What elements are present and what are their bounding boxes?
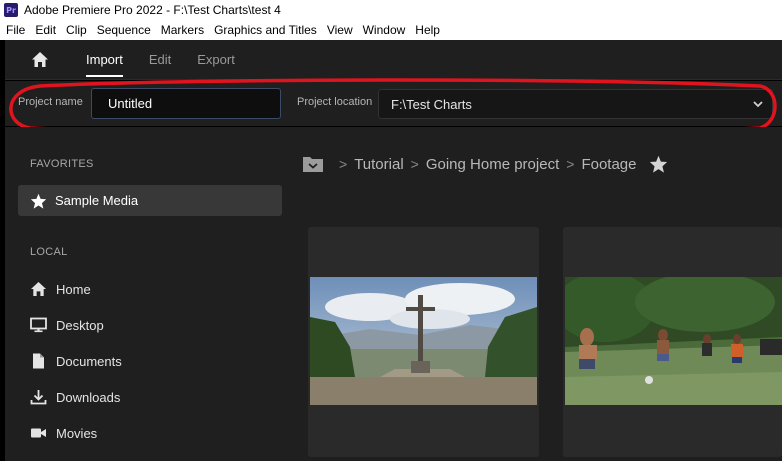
menu-bar: File Edit Clip Sequence Markers Graphics… <box>0 20 782 40</box>
sidebar-item-label: Home <box>56 281 91 297</box>
tab-edit[interactable]: Edit <box>149 40 171 80</box>
media-card[interactable] <box>563 227 782 457</box>
window-title-bar: Pr Adobe Premiere Pro 2022 - F:\Test Cha… <box>0 0 782 20</box>
media-thumbnail-soccer-kids <box>565 277 782 405</box>
project-name-value: Untitled <box>108 96 153 111</box>
menu-view[interactable]: View <box>322 23 358 37</box>
breadcrumb-separator: > <box>566 156 575 172</box>
menu-graphics-and-titles[interactable]: Graphics and Titles <box>209 23 322 37</box>
project-settings-row: Project name Untitled Project location F… <box>5 81 782 126</box>
project-location-value: F:\Test Charts <box>391 96 472 112</box>
download-icon <box>30 389 47 405</box>
media-browser: > Tutorial > Going Home project > Footag… <box>290 127 782 461</box>
app-header: Import Edit Export <box>5 40 782 80</box>
sidebar-item-home[interactable]: Home <box>30 278 91 300</box>
media-card[interactable] <box>308 227 539 457</box>
sidebar-item-label: Desktop <box>56 317 104 333</box>
sidebar-item-downloads[interactable]: Downloads <box>30 386 120 408</box>
sidebar: FAVORITES Sample Media LOCAL Home Deskto… <box>5 127 290 461</box>
window-title: Adobe Premiere Pro 2022 - F:\Test Charts… <box>24 3 281 17</box>
sidebar-item-sample-media[interactable]: Sample Media <box>18 185 282 216</box>
premiere-app-icon: Pr <box>4 3 18 17</box>
menu-sequence[interactable]: Sequence <box>92 23 156 37</box>
home-button[interactable] <box>30 50 50 70</box>
project-name-input[interactable]: Untitled <box>91 88 281 119</box>
menu-help[interactable]: Help <box>410 23 445 37</box>
breadcrumb-separator: > <box>410 156 419 172</box>
monitor-icon <box>30 317 47 333</box>
home-icon <box>31 51 49 68</box>
sidebar-item-label: Movies <box>56 425 98 441</box>
breadcrumb: > Tutorial > Going Home project > Footag… <box>302 151 668 177</box>
sidebar-item-label: Sample Media <box>55 193 139 208</box>
home-icon <box>30 281 47 297</box>
breadcrumb-separator: > <box>339 156 348 172</box>
sidebar-item-label: Downloads <box>56 389 121 405</box>
local-heading: LOCAL <box>30 246 68 258</box>
tab-import[interactable]: Import <box>86 40 123 80</box>
project-name-label: Project name <box>18 96 83 108</box>
chevron-down-icon <box>752 98 764 110</box>
tab-export[interactable]: Export <box>197 40 235 80</box>
breadcrumb-footage[interactable]: Footage <box>581 156 636 173</box>
sidebar-item-documents[interactable]: Documents <box>30 350 122 372</box>
menu-edit[interactable]: Edit <box>30 23 61 37</box>
sidebar-item-movies[interactable]: Movies <box>30 422 97 444</box>
folder-icon[interactable] <box>302 155 324 173</box>
video-camera-icon <box>30 425 47 441</box>
project-location-label: Project location <box>297 96 373 108</box>
breadcrumb-going-home-project[interactable]: Going Home project <box>426 156 559 173</box>
menu-markers[interactable]: Markers <box>156 23 209 37</box>
sidebar-item-label: Documents <box>56 353 122 369</box>
menu-file[interactable]: File <box>0 23 30 37</box>
star-icon <box>30 193 47 209</box>
menu-window[interactable]: Window <box>358 23 411 37</box>
breadcrumb-tutorial[interactable]: Tutorial <box>354 156 403 173</box>
media-thumbnail-hilltop-cross <box>310 277 537 405</box>
project-location-select[interactable]: F:\Test Charts <box>378 89 773 119</box>
favorites-heading: FAVORITES <box>30 158 94 170</box>
favorite-star-icon[interactable] <box>649 155 668 173</box>
document-icon <box>30 353 47 369</box>
menu-clip[interactable]: Clip <box>61 23 92 37</box>
sidebar-item-desktop[interactable]: Desktop <box>30 314 104 336</box>
